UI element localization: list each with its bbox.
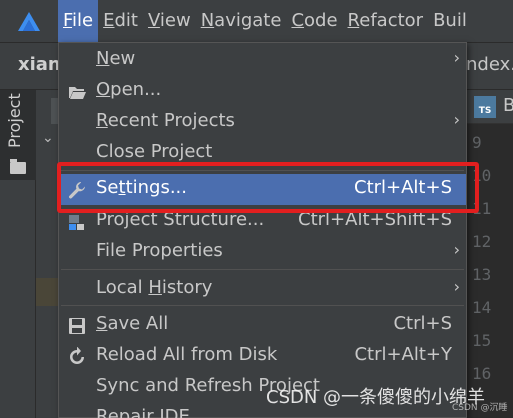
menu-label-part: ew xyxy=(109,48,136,69)
save-icon xyxy=(67,316,87,336)
menu-mnemonic: N xyxy=(96,48,110,69)
reload-icon xyxy=(67,346,87,367)
menu-navigate[interactable]: Navigate xyxy=(196,0,287,42)
menu-refactor[interactable]: Refactor xyxy=(343,0,429,42)
typescript-file-icon: TS xyxy=(474,96,496,118)
menu-item-open[interactable]: Open... xyxy=(59,76,466,107)
menu-item-label: Local History xyxy=(96,277,212,298)
menu-mnemonic: O xyxy=(96,79,111,100)
menu-label-part: Local xyxy=(96,277,149,298)
menu-item-recent-projects[interactable]: Recent Projects › xyxy=(59,107,466,138)
menu-mnemonic: N xyxy=(200,10,215,31)
menu-label: Buil xyxy=(433,10,467,31)
menu-label-part: Close Pro xyxy=(96,141,180,162)
menu-item-label: Reload All from Disk xyxy=(96,344,277,365)
line-number: 16 xyxy=(472,364,492,383)
menu-mnemonic: H xyxy=(148,277,162,298)
chevron-down-icon[interactable]: ⌄ xyxy=(42,130,54,146)
file-menu-dropdown: New › Open... Recent Projects › Close Project… xyxy=(58,42,467,418)
menu-item-local-history[interactable]: Local History › xyxy=(59,274,466,305)
menu-mnemonic: C xyxy=(291,10,305,31)
menu-label-part: Repair IDE xyxy=(96,406,190,418)
menu-item-label: New xyxy=(96,48,135,69)
menu-label: iew xyxy=(159,10,191,31)
editor-file-tab[interactable]: ndex. xyxy=(466,54,513,75)
menu-item-shortcut: Ctrl+S xyxy=(393,313,452,334)
menu-label-part: ave All xyxy=(107,313,169,334)
line-number: 15 xyxy=(472,331,492,350)
left-tool-strip: Project xyxy=(0,90,36,418)
line-number: 14 xyxy=(472,298,492,317)
watermark-small: CSDN @沉睡 xyxy=(452,403,508,413)
menu-item-new[interactable]: New › xyxy=(59,45,466,76)
settings-annotation-box xyxy=(57,162,479,213)
project-tool-label: Project xyxy=(5,93,24,148)
menu-item-label: File Properties xyxy=(96,240,223,261)
menu-code[interactable]: Code xyxy=(286,0,342,42)
project-tool-tab[interactable]: Project xyxy=(0,90,36,180)
menubar-items: File Edit View Navigate Code Refactor Buil xyxy=(58,0,472,42)
menu-label-part: pen... xyxy=(110,79,162,100)
menu-item-file-properties[interactable]: File Properties › xyxy=(59,237,466,268)
folder-icon xyxy=(10,159,26,174)
menu-label: avigate xyxy=(214,10,282,31)
menu-mnemonic: R xyxy=(347,10,360,31)
selected-tree-row[interactable] xyxy=(36,278,60,306)
menu-file[interactable]: File xyxy=(58,0,99,42)
menu-item-save-all[interactable]: Save All Ctrl+S xyxy=(59,310,466,341)
menu-item-label: Close Project xyxy=(96,141,212,162)
menu-item-label: Repair IDE xyxy=(96,406,190,418)
menu-item-label: Open... xyxy=(96,79,161,100)
folder-open-icon xyxy=(67,82,87,102)
menu-mnemonic: V xyxy=(147,10,160,31)
menu-item-reload-all-from-disk[interactable]: Reload All from Disk Ctrl+Alt+Y xyxy=(59,341,466,372)
menu-mnemonic: E xyxy=(103,10,115,31)
editor-tab-label[interactable]: B xyxy=(503,95,513,116)
editor-tab-bar: TS B xyxy=(466,90,513,124)
submenu-arrow-icon: › xyxy=(453,277,460,296)
line-number: 9 xyxy=(472,133,482,152)
project-name[interactable]: xian xyxy=(18,54,61,75)
project-structure-icon xyxy=(67,212,87,232)
menu-item-label: Recent Projects xyxy=(96,110,235,131)
menu-label-part: istory xyxy=(161,277,213,298)
menu-item-shortcut: Ctrl+Alt+Y xyxy=(354,344,452,365)
menu-label-part: ect xyxy=(184,141,213,162)
menu-label-part: Reload All from Disk xyxy=(96,344,278,365)
line-number: 13 xyxy=(472,265,492,284)
menu-label-part: File Properties xyxy=(96,240,223,261)
menu-separator xyxy=(61,269,464,270)
menu-item-label: Save All xyxy=(96,313,168,334)
menu-view[interactable]: View xyxy=(143,0,196,42)
menu-label: ode xyxy=(304,10,338,31)
menu-label-part: ecent Projects xyxy=(107,110,235,131)
menu-buil[interactable]: Buil xyxy=(428,0,472,42)
submenu-arrow-icon: › xyxy=(453,240,460,259)
menu-label: ile xyxy=(72,10,94,31)
menu-separator xyxy=(61,305,464,306)
submenu-arrow-icon: › xyxy=(453,110,460,129)
line-number: 12 xyxy=(472,232,492,251)
menu-edit[interactable]: Edit xyxy=(98,0,143,42)
submenu-arrow-icon: › xyxy=(453,48,460,67)
menu-label: efactor xyxy=(359,10,424,31)
main-menubar: File Edit View Navigate Code Refactor Buil xyxy=(0,0,513,42)
menu-mnemonic: F xyxy=(63,10,73,31)
editor-area: TS B 9 10 11 12 13 14 15 16 xyxy=(466,90,513,418)
menu-mnemonic: R xyxy=(96,110,108,131)
menu-mnemonic: S xyxy=(96,313,108,334)
app-logo-icon xyxy=(18,12,40,31)
menu-label: dit xyxy=(114,10,138,31)
project-panel: ⌄ xyxy=(36,90,61,418)
